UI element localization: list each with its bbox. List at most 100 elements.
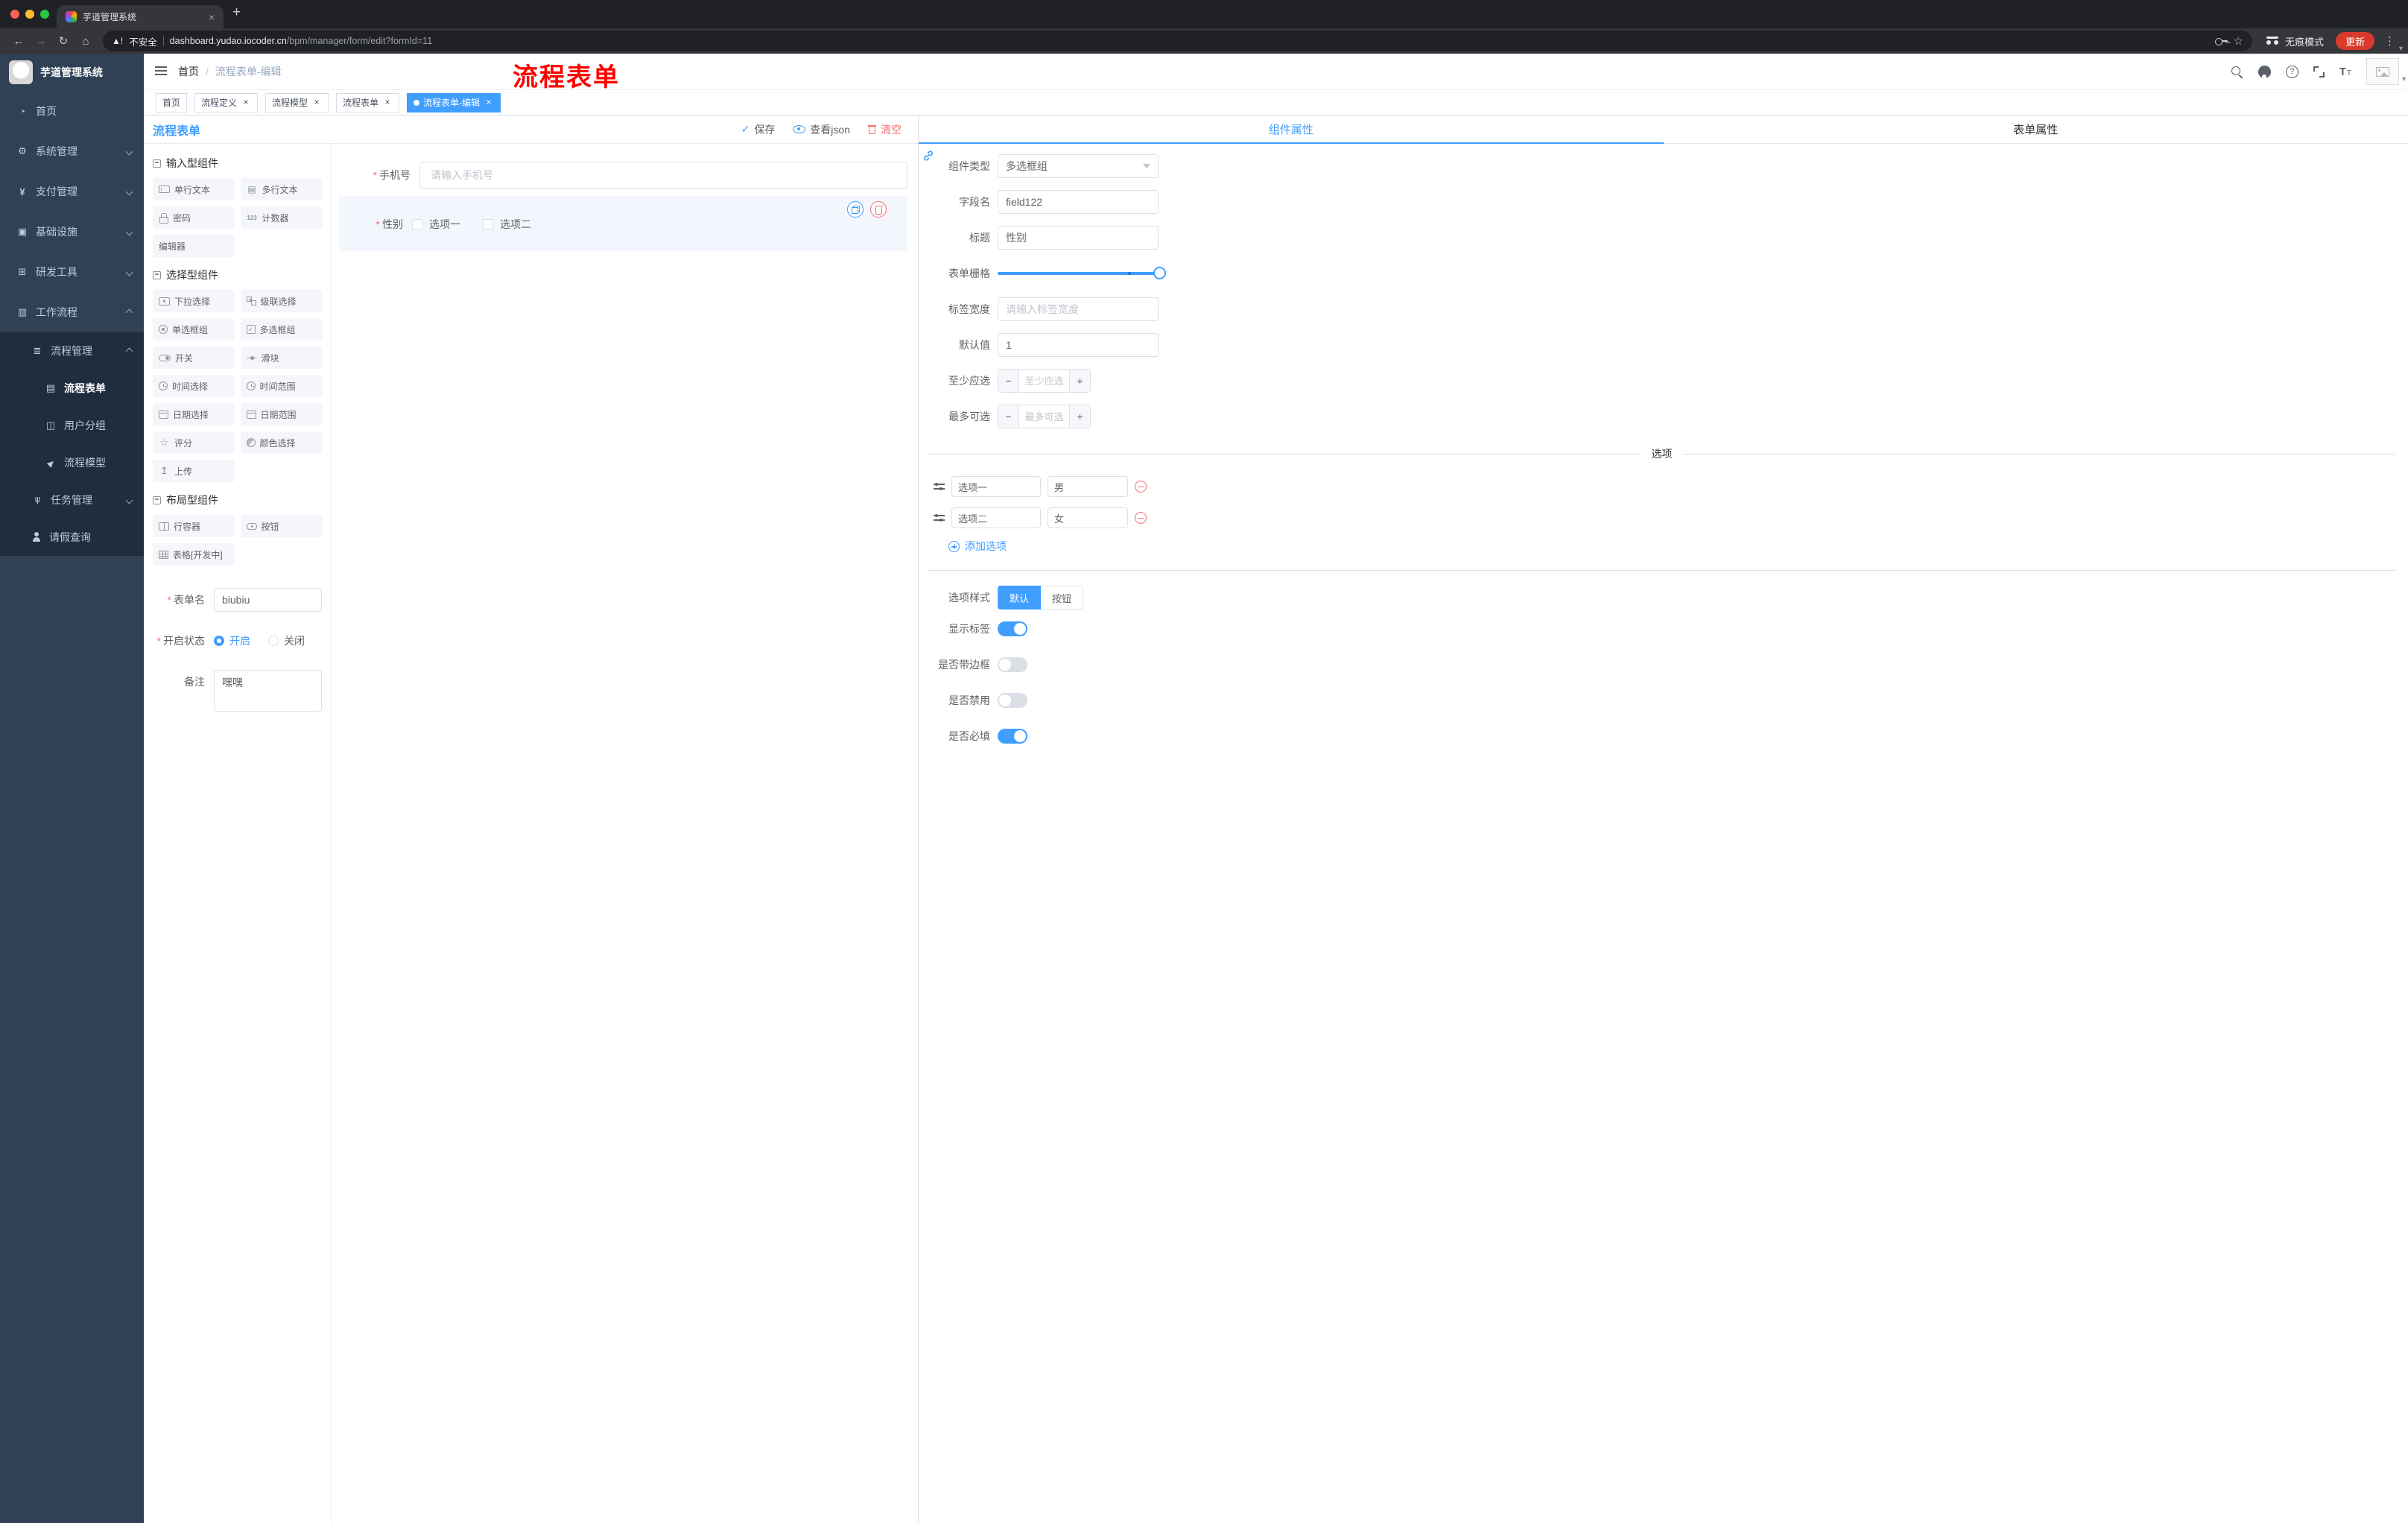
palette-item-multi-text[interactable]: 多行文本 — [240, 178, 322, 200]
palette-item-upload[interactable]: 上传 — [153, 460, 235, 482]
tag-process-definition[interactable]: 流程定义 × — [194, 92, 259, 113]
close-icon[interactable]: × — [311, 97, 322, 108]
github-icon[interactable] — [2258, 65, 2271, 78]
option-value-input[interactable] — [1048, 476, 1128, 497]
sidebar-item-leave-query[interactable]: 请假查询 — [0, 519, 144, 556]
sidebar-item-payment[interactable]: 支付管理 — [0, 171, 144, 212]
palette-item-time-picker[interactable]: 时间选择 — [153, 375, 235, 397]
sidebar-item-user-group[interactable]: 用户分组 — [0, 407, 144, 444]
new-tab-button[interactable]: + — [232, 4, 241, 21]
home-icon[interactable]: ⌂ — [75, 31, 97, 51]
sidebar-item-workflow[interactable]: 工作流程 — [0, 292, 144, 332]
tab-component-props[interactable]: 组件属性 — [919, 115, 1664, 144]
radio-open[interactable]: 开启 — [214, 633, 250, 648]
increase-icon[interactable]: + — [1069, 405, 1090, 428]
save-button[interactable]: 保存 — [741, 122, 775, 137]
form-grid-slider[interactable] — [998, 262, 1166, 285]
close-tab-icon[interactable]: × — [206, 11, 218, 23]
breadcrumb-home[interactable]: 首页 — [178, 64, 199, 79]
style-button-button[interactable]: 按钮 — [1040, 586, 1084, 609]
default-value-input[interactable] — [998, 333, 1159, 357]
palette-item-radio-group[interactable]: 单选框组 — [153, 318, 235, 341]
avatar[interactable]: ▼ — [2366, 58, 2407, 85]
palette-item-single-text[interactable]: 单行文本 — [153, 178, 235, 200]
min-select-input[interactable] — [1019, 370, 1069, 392]
profile-caret-icon[interactable]: ▼ — [2398, 45, 2404, 52]
palette-item-date-range[interactable]: 日期范围 — [240, 403, 322, 425]
form-name-input[interactable] — [214, 588, 322, 612]
forward-icon[interactable]: → — [30, 31, 52, 51]
slider-handle[interactable] — [1153, 267, 1166, 279]
password-key-icon[interactable] — [2214, 37, 2228, 45]
palette-item-checkbox-group[interactable]: 多选框组 — [240, 318, 322, 341]
copy-component-button[interactable] — [847, 201, 864, 218]
font-size-icon[interactable] — [2339, 66, 2351, 78]
reload-icon[interactable]: ↻ — [52, 31, 75, 51]
max-select-input[interactable] — [1019, 405, 1069, 428]
close-window-button[interactable] — [10, 10, 19, 19]
close-icon[interactable]: × — [241, 97, 251, 108]
minimize-window-button[interactable] — [25, 10, 34, 19]
sidebar-item-system[interactable]: 系统管理 — [0, 131, 144, 171]
palette-item-cascader[interactable]: 级联选择 — [240, 290, 322, 312]
sidebar-item-infrastructure[interactable]: 基础设施 — [0, 212, 144, 252]
drag-handle-icon[interactable] — [934, 482, 945, 491]
palette-item-table[interactable]: 表格[开发中] — [153, 543, 235, 566]
update-button[interactable]: 更新 — [2335, 32, 2374, 50]
palette-item-button[interactable]: 按钮 — [240, 515, 322, 537]
remove-option-icon[interactable] — [1135, 481, 1147, 493]
close-icon[interactable]: × — [382, 97, 393, 108]
close-icon[interactable]: × — [484, 97, 494, 108]
increase-icon[interactable]: + — [1069, 370, 1090, 392]
tag-process-form[interactable]: 流程表单 × — [336, 92, 400, 113]
tab-form-props[interactable]: 表单属性 — [1664, 115, 2408, 143]
url-field[interactable]: ▲! 不安全 dashboard.yudao.iocoder.cn/bpm/ma… — [103, 31, 2252, 51]
palette-item-switch[interactable]: 开关 — [153, 346, 235, 369]
browser-tab[interactable]: 芋道管理系统 × — [57, 5, 224, 28]
zoom-window-button[interactable] — [40, 10, 49, 19]
label-width-input[interactable] — [998, 297, 1159, 321]
palette-item-select[interactable]: 下拉选择 — [153, 290, 235, 312]
sidebar-item-process-management[interactable]: 流程管理 — [0, 332, 144, 370]
palette-item-time-range[interactable]: 时间范围 — [240, 375, 322, 397]
show-label-toggle[interactable] — [998, 621, 1027, 636]
tag-process-form-edit[interactable]: 流程表单-编辑 × — [407, 92, 501, 113]
remove-option-icon[interactable] — [1135, 512, 1147, 524]
clear-button[interactable]: 清空 — [868, 122, 902, 137]
option-label-input[interactable] — [951, 476, 1041, 497]
option-label-input[interactable] — [951, 507, 1041, 528]
add-option-button[interactable]: 添加选项 — [948, 539, 2396, 554]
field-name-input[interactable] — [998, 190, 1159, 214]
radio-closed[interactable]: 关闭 — [268, 633, 305, 648]
back-icon[interactable]: ← — [7, 31, 30, 51]
palette-item-color-picker[interactable]: 颜色选择 — [240, 431, 322, 454]
palette-item-editor[interactable]: 编辑器 — [153, 235, 235, 257]
drag-handle-icon[interactable] — [934, 513, 945, 522]
sidebar-item-home[interactable]: 首页 — [0, 91, 144, 131]
tag-process-model[interactable]: 流程模型 × — [265, 92, 329, 113]
security-label[interactable]: 不安全 — [129, 34, 157, 48]
canvas-field-phone[interactable]: 手机号 — [332, 162, 918, 189]
canvas-field-gender-selected[interactable]: 性别 选项一 选项二 — [339, 196, 907, 251]
palette-item-password[interactable]: 密码 — [153, 206, 235, 229]
palette-item-counter[interactable]: 计数器 — [240, 206, 322, 229]
decrease-icon[interactable]: − — [998, 370, 1019, 392]
phone-input[interactable] — [419, 162, 907, 189]
border-toggle[interactable] — [998, 657, 1027, 672]
link-icon[interactable] — [922, 150, 934, 165]
component-type-select[interactable]: 多选框组 — [998, 154, 1159, 178]
decrease-icon[interactable]: − — [998, 405, 1019, 428]
sidebar-item-process-form[interactable]: 流程表单 — [0, 370, 144, 407]
view-json-button[interactable]: 查看json — [793, 122, 850, 137]
sidebar-item-task-management[interactable]: 任务管理 — [0, 481, 144, 519]
palette-item-date-picker[interactable]: 日期选择 — [153, 403, 235, 425]
style-default-button[interactable]: 默认 — [998, 586, 1042, 609]
sidebar-item-devtools[interactable]: 研发工具 — [0, 252, 144, 292]
delete-component-button[interactable] — [870, 201, 887, 218]
palette-item-rate[interactable]: 评分 — [153, 431, 235, 454]
checkbox-option-one[interactable]: 选项一 — [412, 217, 460, 232]
form-remark-textarea[interactable]: 嘿嘿 — [214, 670, 322, 712]
option-value-input[interactable] — [1048, 507, 1128, 528]
title-input[interactable] — [998, 226, 1159, 250]
sidebar-item-process-model[interactable]: 流程模型 — [0, 444, 144, 481]
